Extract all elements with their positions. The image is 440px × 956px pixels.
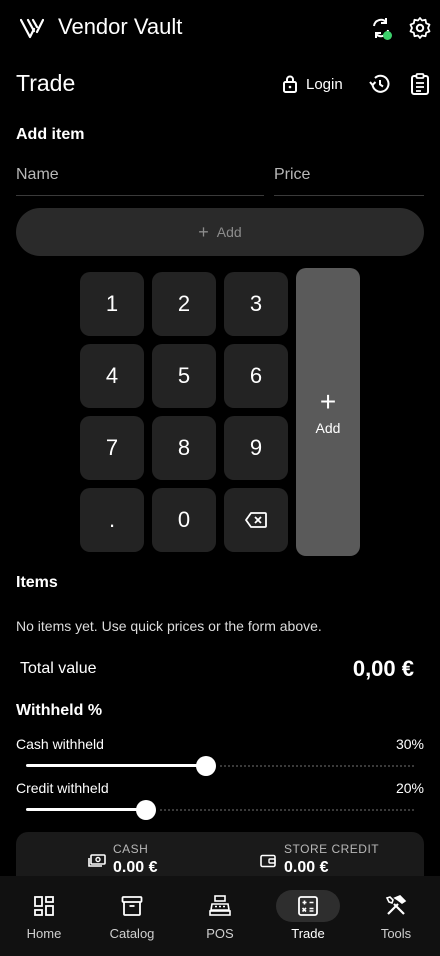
keypad-key-7[interactable]: 7 [80,416,144,480]
nav-label-catalog: Catalog [109,926,155,941]
keypad-key-5[interactable]: 5 [152,344,216,408]
nav-label-trade: Trade [291,926,325,941]
items-empty-text: No items yet. Use quick prices or the fo… [16,618,322,634]
store-credit-summary-value: 0.00 € [284,859,329,876]
plus-icon: + [319,386,337,417]
cash-banknote-icon [88,854,106,867]
cash-withheld-label: Cash withheld [16,736,104,752]
nav-label-tools: Tools [380,926,412,941]
nav-label-pos: POS [206,926,234,941]
keypad-add-button[interactable]: + Add [296,268,360,556]
name-input[interactable] [16,160,264,184]
credit-withheld-slider[interactable] [26,808,414,811]
nav-item-home[interactable]: Home [0,876,88,956]
nav-item-tools[interactable]: Tools [352,876,440,956]
app-bar: Vendor Vault [0,0,440,56]
history-icon[interactable] [368,72,392,96]
price-field-wrapper [274,160,424,196]
total-value-amount: 0,00 € [352,656,414,681]
nav-item-trade[interactable]: Trade [264,876,352,956]
clipboard-list-icon[interactable] [408,72,432,96]
keypad-key-6[interactable]: 6 [224,344,288,408]
bottom-navigation: Home Catalog POS Trade Tools [0,876,440,956]
page-title: Trade [16,70,76,96]
keypad-key-1[interactable]: 1 [80,272,144,336]
credit-slider-thumb[interactable] [136,800,156,820]
total-value-label: Total value [20,660,97,677]
keypad-key-0[interactable]: 0 [152,488,216,552]
sync-status-dot [383,31,392,40]
credit-withheld-label: Credit withheld [16,780,109,796]
wallet-icon [260,854,276,868]
calculator-icon [298,896,318,916]
login-label: Login [306,75,343,93]
credit-slider-fill [26,808,146,811]
lock-icon [283,75,297,93]
add-item-button[interactable]: + Add [16,208,424,256]
cash-summary: CASH 0.00 € [113,842,157,877]
cash-slider-thumb[interactable] [196,756,216,776]
vendor-vault-logo-icon [20,18,44,39]
keypad-key-8[interactable]: 8 [152,416,216,480]
keypad-key-3[interactable]: 3 [224,272,288,336]
nav-item-pos[interactable]: POS [176,876,264,956]
keypad-key-2[interactable]: 2 [152,272,216,336]
home-grid-icon [34,896,54,916]
plus-icon: + [198,222,209,242]
store-credit-summary-label: STORE CREDIT [284,842,380,856]
credit-slider-rest [160,809,414,811]
settings-gear-icon[interactable] [408,16,432,40]
name-field-wrapper [16,160,264,196]
store-credit-summary: STORE CREDIT 0.00 € [284,842,379,877]
keypad-key-9[interactable]: 9 [224,416,288,480]
keypad-key-decimal[interactable]: . [80,488,144,552]
nav-label-home: Home [26,926,62,941]
withheld-heading: Withheld % [16,702,103,719]
keypad-backspace-button[interactable] [224,488,288,552]
cash-withheld-slider[interactable] [26,764,414,767]
price-input[interactable] [274,160,424,184]
cash-summary-value: 0.00 € [113,859,158,876]
keypad-add-label: Add [315,420,341,436]
cash-slider-fill [26,764,206,767]
cash-register-icon [209,895,231,916]
backspace-icon [245,512,267,528]
tools-icon [385,895,407,915]
credit-withheld-percent: 20% [395,780,424,796]
login-button[interactable]: Login [282,72,343,96]
nav-item-catalog[interactable]: Catalog [88,876,176,956]
cash-summary-label: CASH [113,842,149,856]
catalog-box-icon [121,896,143,916]
cash-withheld-percent: 30% [395,736,424,752]
cash-slider-rest [220,765,414,767]
keypad-key-4[interactable]: 4 [80,344,144,408]
app-title: Vendor Vault [58,14,183,39]
add-item-label: Add [216,224,242,240]
add-item-heading: Add item [16,126,85,143]
items-heading: Items [16,574,58,591]
